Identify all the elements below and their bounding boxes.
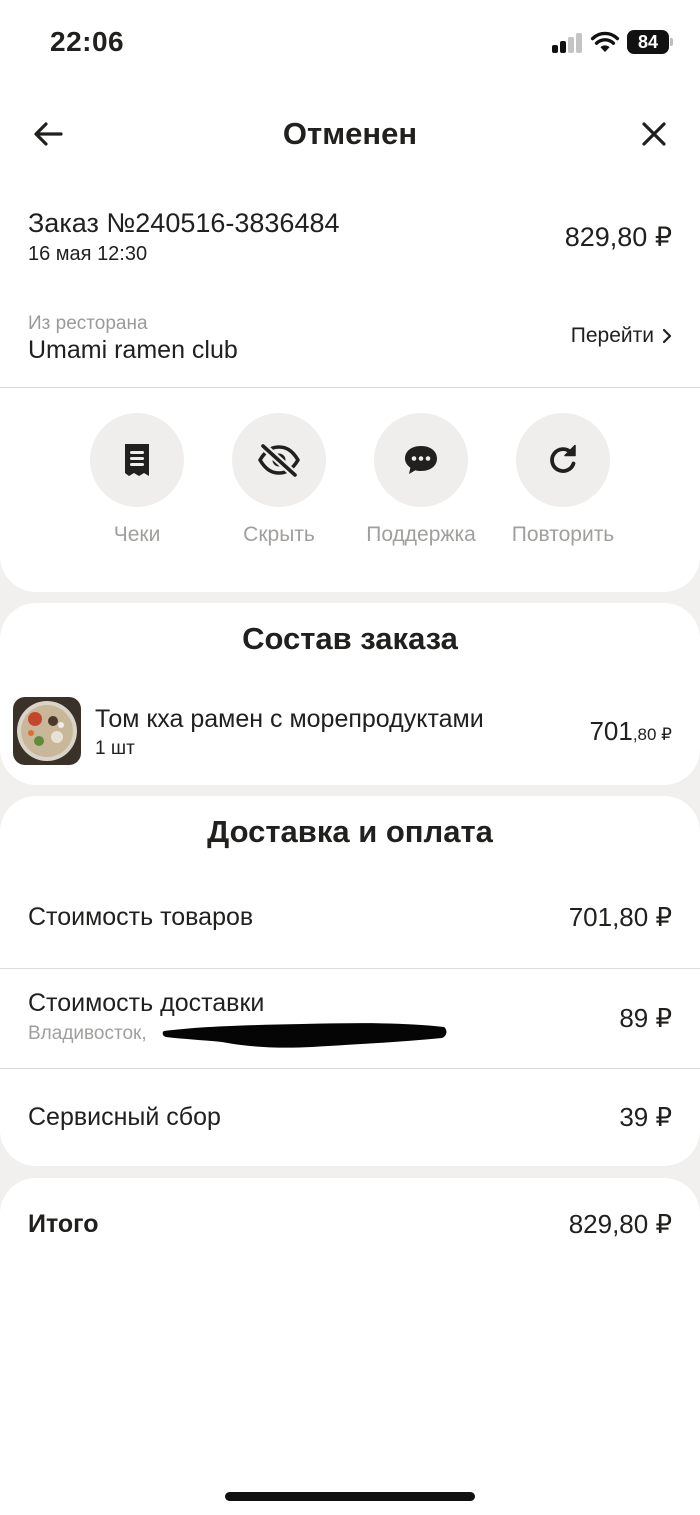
goods-cost-label: Стоимость товаров [28, 903, 254, 931]
repeat-button[interactable]: Повторить [498, 413, 628, 553]
signal-icon [552, 33, 584, 53]
service-fee-value: 39 ₽ [619, 1102, 672, 1132]
status-time: 22:06 [50, 26, 125, 57]
total-value: 829,80 ₽ [568, 1209, 672, 1239]
dish-photo[interactable] [13, 697, 81, 765]
receipts-button[interactable]: Чеки [72, 413, 202, 553]
go-to-restaurant-link[interactable]: Перейти [571, 324, 672, 348]
receipt-icon [125, 444, 149, 476]
delivery-cost-value: 89 ₽ [619, 1003, 672, 1033]
dish-quantity: 1 шт [95, 738, 135, 759]
service-fee-label: Сервисный сбор [28, 1103, 221, 1131]
dish-price: 701,80 ₽ [589, 716, 672, 747]
composition-title: Состав заказа [242, 621, 458, 656]
refresh-icon [550, 444, 576, 473]
battery-icon: 84 [627, 30, 673, 54]
delivery-address: Владивосток, [28, 1023, 147, 1044]
dish-price-cents: ,80 ₽ [632, 725, 672, 744]
battery-level: 84 [627, 30, 669, 54]
dish-name: Том кха рамен с морепродуктами [95, 705, 484, 733]
delivery-title: Доставка и оплата [207, 814, 493, 849]
redaction-mark [162, 1017, 448, 1051]
repeat-label: Повторить [511, 523, 615, 546]
order-total: 829,80 ₽ [564, 222, 672, 252]
eye-off-icon [258, 442, 300, 478]
restaurant-caption: Из ресторана [28, 313, 148, 334]
delivery-cost-label: Стоимость доставки [28, 989, 265, 1017]
chat-bubble-icon [405, 446, 437, 474]
go-to-restaurant-label: Перейти [570, 324, 654, 347]
back-button[interactable] [28, 114, 68, 154]
restaurant-name: Umami ramen club [28, 336, 238, 364]
arrow-left-icon [34, 122, 63, 146]
divider [0, 387, 700, 388]
hide-button[interactable]: Скрыть [214, 413, 344, 553]
total-label: Итого [28, 1210, 99, 1238]
wifi-icon [590, 30, 620, 54]
order-number: Заказ №240516-3836484 [28, 208, 340, 238]
divider [0, 1068, 700, 1069]
goods-cost-value: 701,80 ₽ [568, 902, 672, 932]
chevron-right-icon [662, 328, 672, 344]
divider [0, 968, 700, 969]
order-date: 16 мая 12:30 [28, 243, 148, 265]
dish-price-main: 701 [589, 716, 633, 746]
close-icon [642, 122, 666, 146]
home-indicator[interactable] [225, 1492, 475, 1501]
close-button[interactable] [634, 114, 674, 154]
support-button[interactable]: Поддержка [356, 413, 486, 553]
page-title: Отменен [282, 116, 418, 151]
